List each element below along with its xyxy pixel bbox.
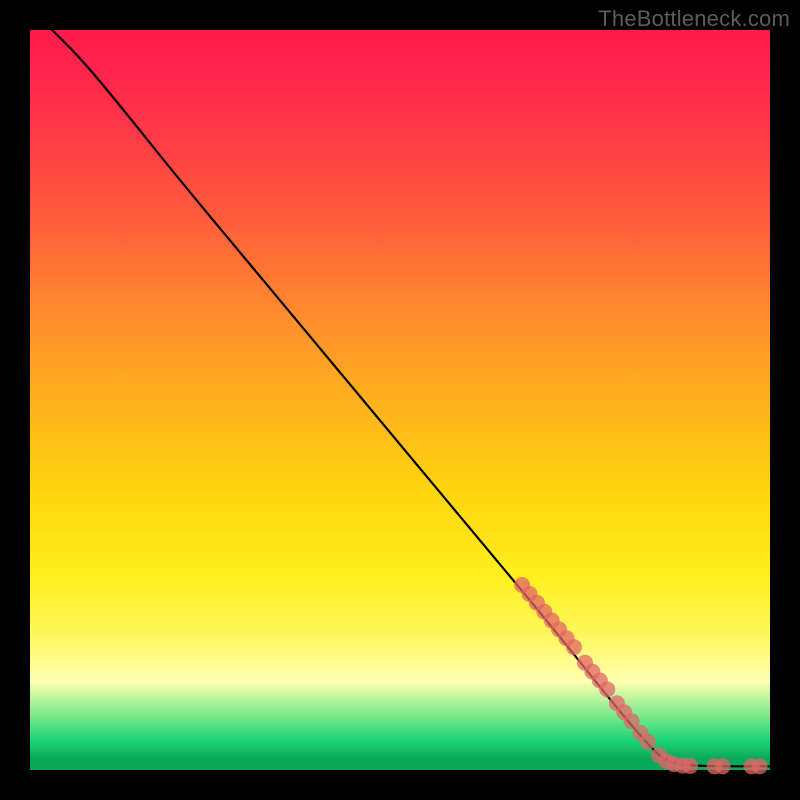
marker-dot [715,758,731,774]
marker-dot [599,681,615,697]
marker-dot [566,639,582,655]
marker-dot [640,734,656,750]
bottleneck-curve [52,30,770,766]
chart-stage: TheBottleneck.com [0,0,800,800]
watermark-label: TheBottleneck.com [598,6,790,32]
marker-dot [682,758,698,774]
curve-layer [30,30,770,770]
plot-area [30,30,770,770]
highlight-markers [514,577,768,774]
marker-dot [752,758,768,774]
